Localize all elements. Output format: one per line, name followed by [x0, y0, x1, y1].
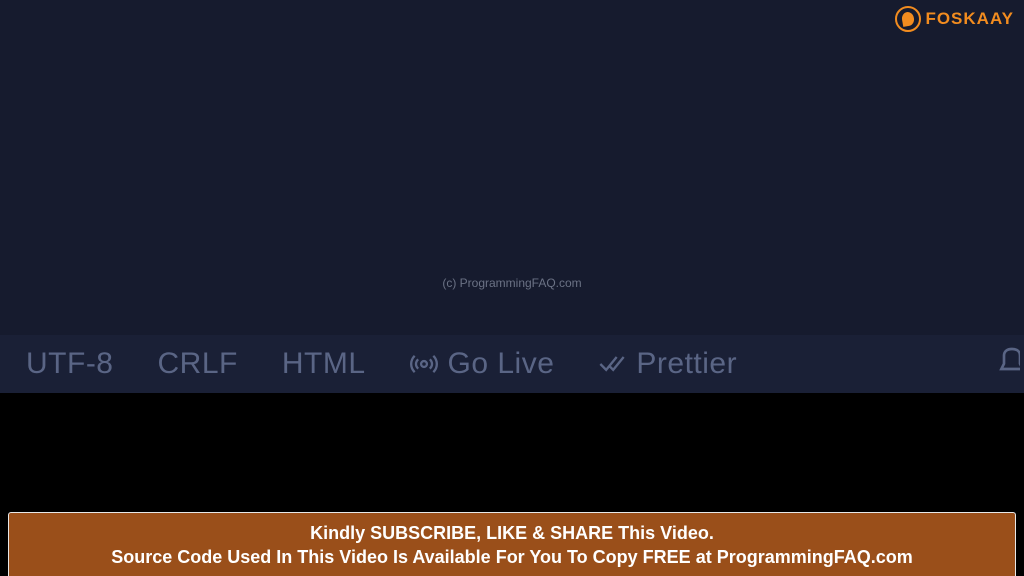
cta-line2: Source Code Used In This Video Is Availa…: [21, 545, 1003, 569]
status-formatter[interactable]: Prettier: [576, 347, 759, 381]
status-eol-label: CRLF: [158, 347, 238, 381]
status-encoding-label: UTF-8: [26, 347, 114, 381]
editor-upper-panel: FOSKAAY (c) ProgrammingFAQ.com: [0, 0, 1024, 335]
broadcast-icon: [410, 350, 438, 378]
status-go-live[interactable]: Go Live: [388, 347, 577, 381]
watermark-text: (c) ProgrammingFAQ.com: [442, 276, 581, 290]
notifications-button[interactable]: [996, 345, 1020, 385]
status-language-label: HTML: [282, 347, 366, 381]
status-encoding[interactable]: UTF-8: [0, 347, 136, 381]
cta-line1: Kindly SUBSCRIBE, LIKE & SHARE This Vide…: [21, 521, 1003, 545]
brand-logo-icon: [895, 6, 921, 32]
brand-logo: FOSKAAY: [895, 6, 1014, 32]
bell-icon: [996, 345, 1020, 377]
brand-name: FOSKAAY: [925, 9, 1014, 29]
editor-status-bar: UTF-8 CRLF HTML Go Live Prettier: [0, 335, 1024, 393]
status-go-live-label: Go Live: [448, 347, 555, 381]
status-eol[interactable]: CRLF: [136, 347, 260, 381]
status-formatter-label: Prettier: [636, 347, 737, 381]
cta-banner: Kindly SUBSCRIBE, LIKE & SHARE This Vide…: [8, 512, 1016, 576]
status-language-mode[interactable]: HTML: [260, 347, 388, 381]
double-check-icon: [598, 350, 626, 378]
